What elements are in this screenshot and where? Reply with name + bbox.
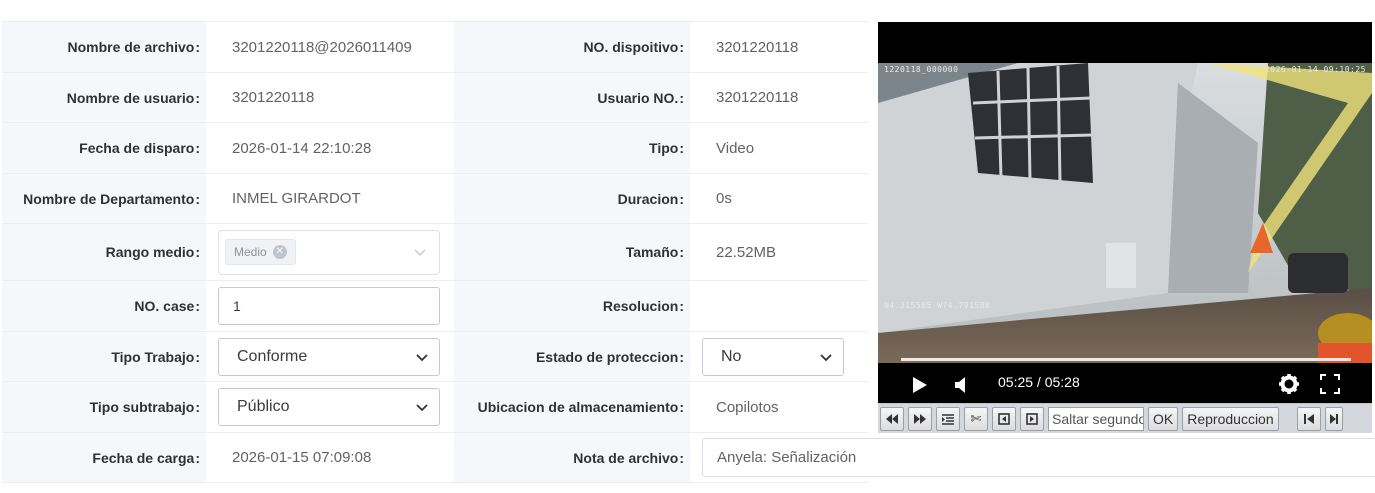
progress-bar[interactable]: [901, 358, 1351, 361]
fullscreen-icon[interactable]: [1320, 374, 1340, 394]
range-tag: Medio ✕: [225, 239, 296, 265]
chevron-down-icon: [414, 249, 426, 256]
label-type: Tipo:: [454, 123, 690, 174]
storage-value: Copilotos: [690, 382, 868, 433]
work-type-select[interactable]: Conforme: [218, 337, 440, 376]
fast-forward-icon: [914, 413, 926, 424]
time-display: 05:25 / 05:28: [998, 374, 1080, 390]
settings-gear-icon[interactable]: [1278, 373, 1300, 395]
skip-start-icon: [1303, 413, 1314, 424]
label-file-name: Nombre de archivo:: [2, 22, 206, 73]
label-trigger-date: Fecha de disparo:: [2, 123, 206, 174]
label-user-name: Nombre de usuario:: [2, 73, 206, 123]
subwork-type-select[interactable]: Público: [218, 388, 440, 426]
chevron-down-icon: [416, 353, 428, 361]
label-file-note: Nota de archivo:: [454, 433, 690, 483]
prev-frame-button[interactable]: [992, 406, 1016, 431]
range-tag-label: Medio: [234, 245, 267, 259]
case-no-cell: 1: [206, 281, 454, 332]
resolution-value: [690, 281, 868, 332]
department-value: INMEL GIRARDOT: [206, 174, 454, 224]
prev-frame-icon: [998, 412, 1010, 425]
work-type-selected: Conforme: [237, 347, 308, 365]
device-no-value: 3201220118: [690, 22, 868, 73]
last-button[interactable]: [1324, 406, 1343, 431]
volume-icon[interactable]: [954, 376, 970, 394]
label-range: Rango medio:: [2, 224, 206, 281]
subwork-type-selected: Público: [237, 398, 290, 415]
label-duration: Duracion:: [454, 174, 690, 224]
osd-device-id: 1220118_000000: [884, 65, 959, 74]
seek-seconds-input[interactable]: Saltar segundos: [1048, 406, 1144, 431]
work-type-cell: Conforme: [206, 332, 454, 382]
chevron-down-icon: [820, 353, 832, 361]
range-multiselect[interactable]: Medio ✕: [218, 229, 440, 275]
next-frame-icon: [1026, 412, 1038, 425]
label-storage: Ubicacion de almacenamiento:: [454, 382, 690, 433]
fast-forward-button[interactable]: [908, 406, 932, 431]
clip-button[interactable]: ✄: [964, 406, 988, 431]
user-no-value: 3201220118: [690, 73, 868, 123]
protection-selected: No: [721, 347, 742, 365]
protection-cell: No: [690, 332, 868, 382]
osd-gps: N4.315585 W74.791588: [884, 301, 991, 310]
label-subwork-type: Tipo subtrabajo:: [2, 382, 206, 433]
label-resolution: Resolucion:: [454, 281, 690, 332]
file-name-value: 3201220118@2026011409: [206, 22, 454, 73]
progress-fill: [901, 358, 1347, 361]
label-size: Tamaño:: [454, 224, 690, 281]
player-controls: 05:25 / 05:28: [878, 366, 1372, 400]
subwork-type-cell: Público: [206, 382, 454, 433]
list-button[interactable]: [936, 406, 960, 431]
ok-button[interactable]: OK: [1148, 406, 1179, 431]
range-cell: Medio ✕: [206, 224, 454, 281]
case-no-input[interactable]: 1: [218, 287, 440, 325]
type-value: Video: [690, 123, 868, 174]
label-case-no: NO. case:: [2, 281, 206, 332]
file-detail-form: Nombre de archivo: 3201220118@2026011409…: [2, 21, 868, 483]
video-player[interactable]: 1220118_000000 2026-01-14 09:10:25 N4.31…: [878, 22, 1372, 431]
chevron-down-icon: [416, 404, 428, 412]
upload-date-value: 2026-01-15 07:09:08: [206, 433, 454, 483]
label-protection: Estado de proteccion:: [454, 332, 690, 382]
playback-button[interactable]: Reproduccion: [1182, 406, 1279, 431]
video-frame[interactable]: [878, 63, 1372, 363]
first-button[interactable]: [1296, 406, 1321, 431]
player-toolbar: ✄ Saltar segundos OK Reproduccion: [878, 403, 1372, 433]
user-name-value: 3201220118: [206, 73, 454, 123]
scissors-icon: ✄: [970, 410, 982, 426]
tag-close-icon[interactable]: ✕: [272, 245, 287, 259]
label-device-no: NO. dispoitivo:: [454, 22, 690, 73]
rewind-button[interactable]: [880, 406, 904, 431]
rewind-icon: [886, 413, 898, 424]
label-work-type: Tipo Trabajo:: [2, 332, 206, 382]
label-department: Nombre de Departamento:: [2, 174, 206, 224]
duration-value: 0s: [690, 174, 868, 224]
skip-end-icon: [1329, 413, 1338, 424]
protection-select[interactable]: No: [702, 337, 844, 376]
label-upload-date: Fecha de carga:: [2, 433, 206, 483]
trigger-date-value: 2026-01-14 22:10:28: [206, 123, 454, 174]
next-frame-button[interactable]: [1020, 406, 1044, 431]
file-note-input[interactable]: Anyela: Señalización: [702, 438, 1375, 477]
list-icon: [942, 413, 954, 425]
osd-timestamp: 2026-01-14 09:10:25: [1264, 65, 1366, 74]
play-icon[interactable]: [912, 376, 928, 394]
size-value: 22.52MB: [690, 224, 868, 281]
label-user-no: Usuario NO.:: [454, 73, 690, 123]
